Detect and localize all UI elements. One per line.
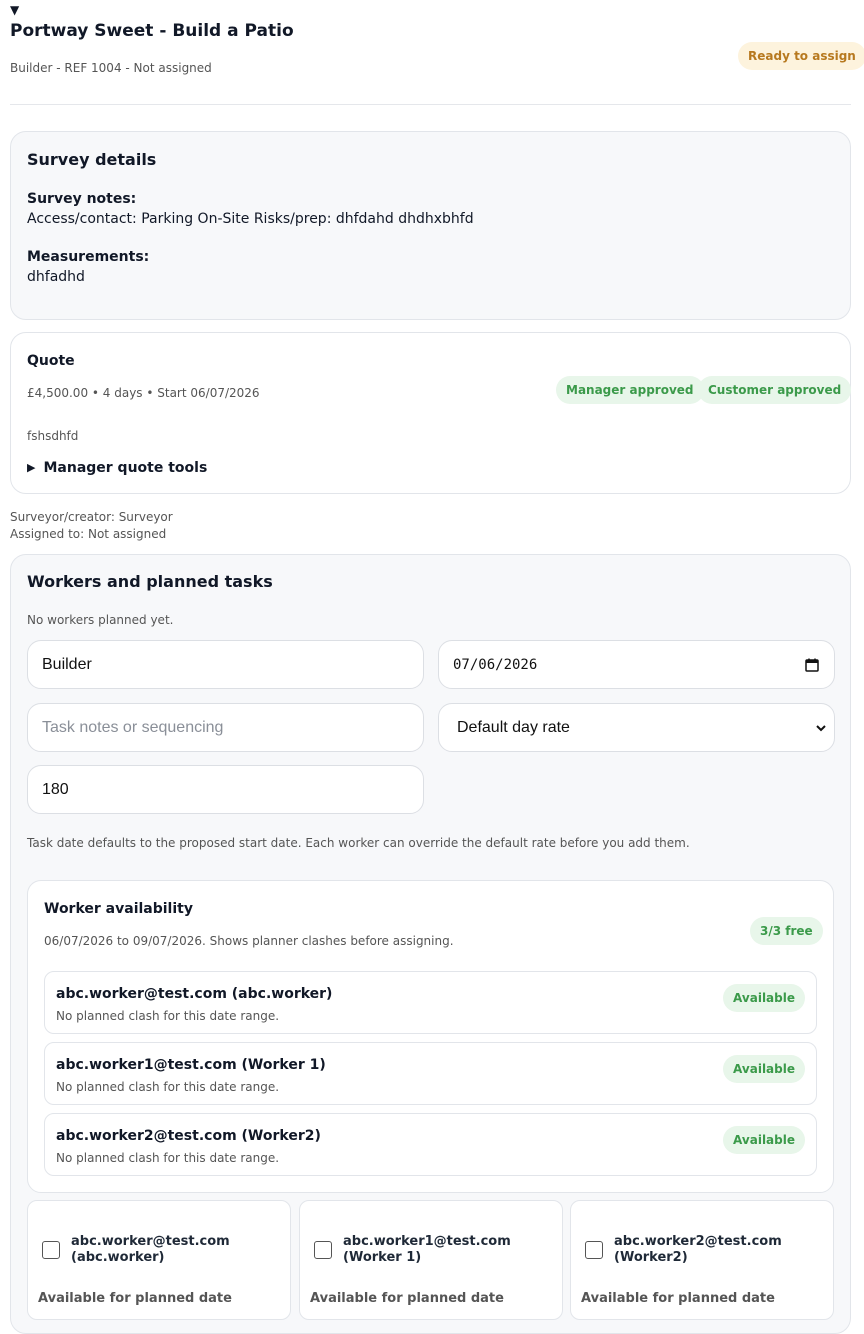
worker-pick-name: abc.worker@test.com (abc.worker)	[71, 1234, 230, 1265]
availability-row: abc.worker@test.com (abc.worker) No plan…	[44, 971, 817, 1034]
job-title: Portway Sweet - Build a Patio	[10, 21, 294, 41]
survey-notes-label: Survey notes:	[27, 191, 137, 207]
job-subtitle: Builder - REF 1004 - Not assigned	[10, 61, 212, 75]
quote-summary: £4,500.00 • 4 days • Start 06/07/2026	[27, 386, 260, 400]
worker-pick-status: Available for planned date	[310, 1291, 504, 1306]
worker-checkbox[interactable]	[314, 1241, 332, 1259]
caret-right-icon: ▶	[27, 461, 36, 474]
worker-pick-card[interactable]: abc.worker2@test.com (Worker2) Available…	[570, 1200, 834, 1320]
manager-quote-tools-toggle[interactable]: ▶ Manager quote tools	[27, 459, 207, 477]
survey-notes-value: Access/contact: Parking On-Site Risks/pr…	[27, 211, 474, 227]
task-help-text: Task date defaults to the proposed start…	[27, 836, 690, 850]
worker-pick-card[interactable]: abc.worker@test.com (abc.worker) Availab…	[27, 1200, 291, 1320]
worker-pick-name: abc.worker1@test.com (Worker 1)	[343, 1234, 511, 1265]
worker-name: abc.worker@test.com (abc.worker)	[56, 986, 333, 1002]
available-badge: Available	[723, 984, 805, 1012]
worker-pick-status: Available for planned date	[581, 1291, 775, 1306]
task-notes-input[interactable]: Task notes or sequencing	[27, 703, 424, 752]
availability-range: 06/07/2026 to 09/07/2026. Shows planner …	[44, 934, 454, 948]
quote-note: fshsdhfd	[27, 429, 79, 443]
surveyor-info: Surveyor/creator: Surveyor	[10, 510, 173, 524]
quote-heading: Quote	[27, 353, 75, 369]
worker-clash-note: No planned clash for this date range.	[56, 1151, 280, 1165]
worker-pick-card[interactable]: abc.worker1@test.com (Worker 1) Availabl…	[299, 1200, 563, 1320]
quote-card: Quote £4,500.00 • 4 days • Start 06/07/2…	[10, 332, 852, 494]
role-input[interactable]: Builder	[27, 640, 424, 689]
worker-clash-note: No planned clash for this date range.	[56, 1080, 280, 1094]
worker-pick-status: Available for planned date	[38, 1291, 232, 1306]
worker-checkbox[interactable]	[585, 1241, 603, 1259]
worker-name: abc.worker2@test.com (Worker2)	[56, 1128, 321, 1144]
worker-clash-note: No planned clash for this date range.	[56, 1009, 280, 1023]
no-workers-text: No workers planned yet.	[27, 613, 174, 627]
availability-heading: Worker availability	[44, 901, 193, 917]
free-count-badge: 3/3 free	[750, 917, 823, 945]
worker-checkbox[interactable]	[42, 1241, 60, 1259]
survey-details-card: Survey details Survey notes: Access/cont…	[10, 131, 851, 320]
survey-heading: Survey details	[27, 150, 157, 169]
chevron-down-icon	[816, 724, 826, 731]
worker-pick-name: abc.worker2@test.com (Worker2)	[614, 1234, 782, 1265]
collapse-toggle-icon[interactable]: ▼	[10, 4, 19, 16]
task-date-value: 07/06/2026	[453, 656, 538, 673]
customer-approved-badge: Customer approved	[698, 376, 852, 404]
availability-row: abc.worker1@test.com (Worker 1) No plann…	[44, 1042, 817, 1105]
status-badge: Ready to assign	[738, 42, 864, 70]
worker-name: abc.worker1@test.com (Worker 1)	[56, 1057, 326, 1073]
measurements-value: dhfadhd	[27, 269, 85, 285]
manager-quote-tools-label: Manager quote tools	[43, 460, 208, 476]
worker-availability-card: Worker availability 06/07/2026 to 09/07/…	[27, 880, 834, 1193]
available-badge: Available	[723, 1126, 805, 1154]
measurements-label: Measurements:	[27, 249, 150, 265]
task-date-input[interactable]: 07/06/2026	[438, 640, 835, 689]
rate-select-value: Default day rate	[457, 718, 570, 736]
assigned-info: Assigned to: Not assigned	[10, 527, 167, 541]
available-badge: Available	[723, 1055, 805, 1083]
rate-input[interactable]: 180	[27, 765, 424, 814]
calendar-icon[interactable]	[804, 657, 820, 673]
availability-row: abc.worker2@test.com (Worker2) No planne…	[44, 1113, 817, 1176]
rate-select[interactable]: Default day rate	[438, 703, 835, 752]
header-divider	[10, 104, 851, 105]
workers-heading: Workers and planned tasks	[27, 572, 273, 591]
manager-approved-badge: Manager approved	[556, 376, 704, 404]
